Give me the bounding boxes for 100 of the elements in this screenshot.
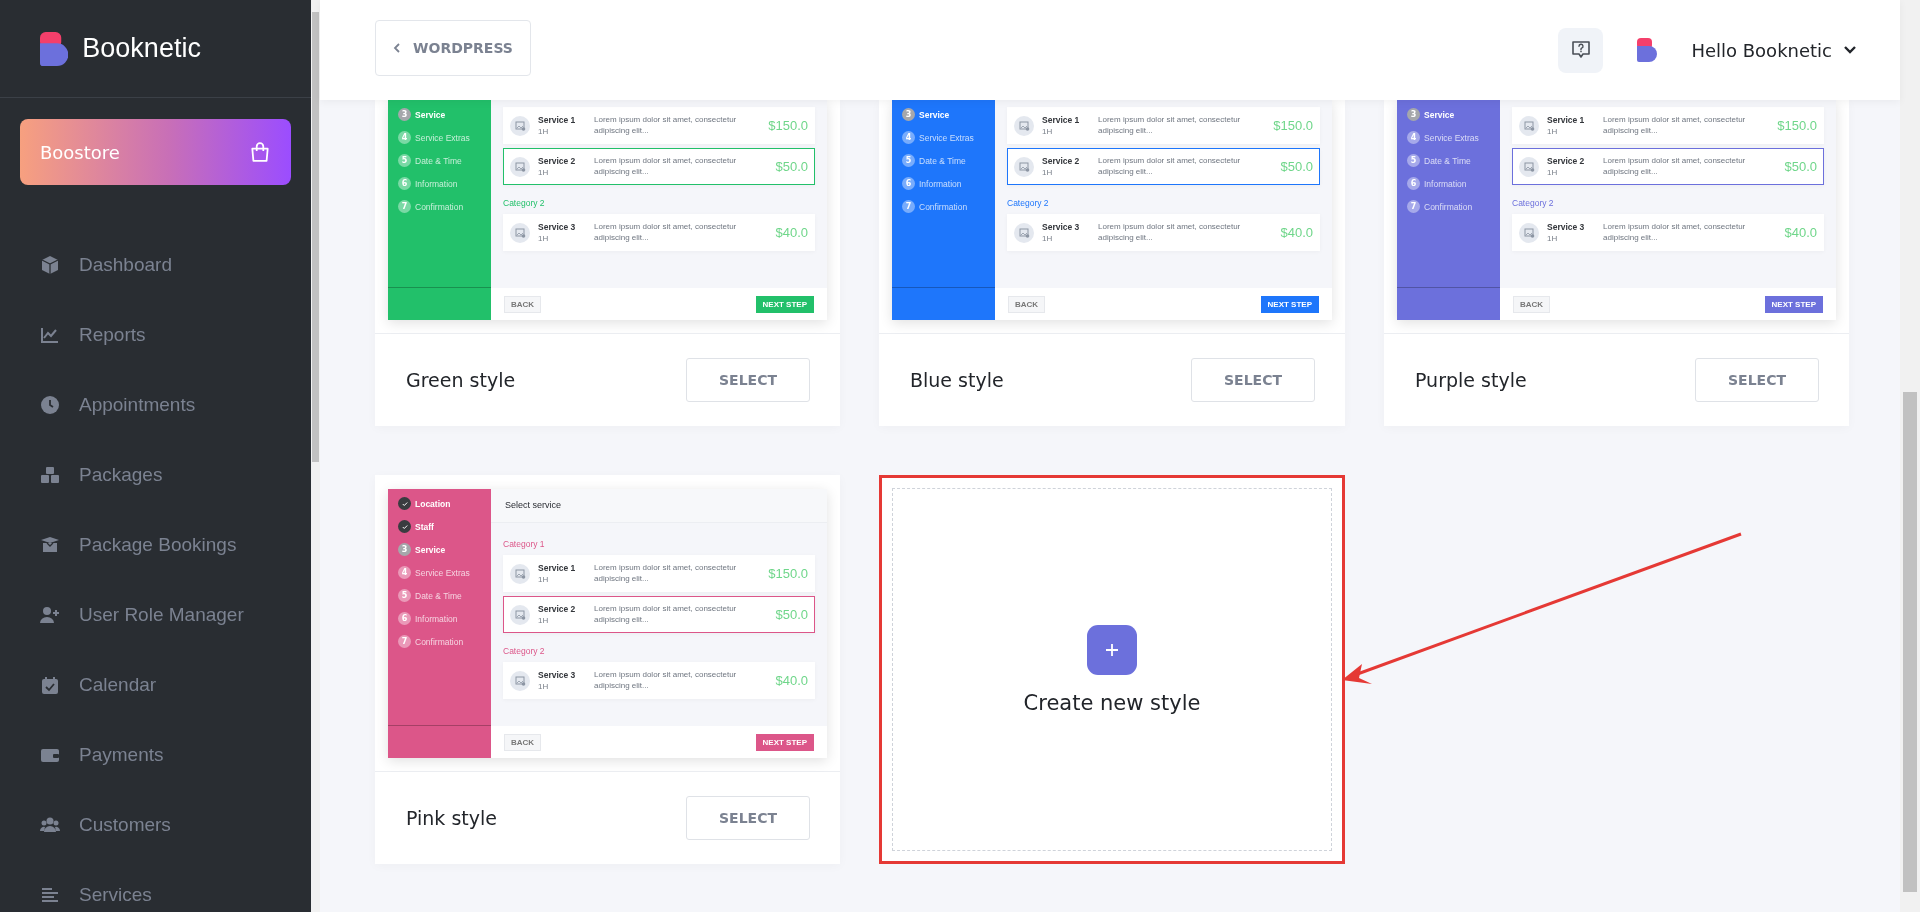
nav-item[interactable]: Package Bookings [0, 510, 311, 580]
service-row[interactable]: Service 2 1H Lorem ipsum dolor sit amet, consectetur adipiscing elit... $50.0 [1512, 148, 1824, 185]
step-indicator: 5 [398, 154, 411, 167]
service-description: Lorem ipsum dolor sit amet, consectetur adipiscing elit... [594, 156, 738, 177]
select-button[interactable]: SELECT [1191, 358, 1315, 402]
next-step-button[interactable]: NEXT STEP [755, 295, 814, 313]
service-duration: 1H [1547, 168, 1559, 177]
next-step-button[interactable]: NEXT STEP [1260, 295, 1319, 313]
category-label: Category 2 [503, 197, 546, 210]
step-label: Service [1424, 109, 1455, 120]
image-icon [1014, 222, 1034, 243]
nav-item[interactable]: Reports [0, 300, 311, 370]
service-name: Service 3 [1547, 222, 1586, 232]
image-icon [510, 222, 530, 243]
service-price: $40.0 [775, 673, 808, 688]
service-description: Lorem ipsum dolor sit amet, consectetur adipiscing elit... [1603, 156, 1747, 177]
service-duration: 1H [1042, 127, 1054, 136]
service-duration: 1H [538, 575, 550, 584]
service-row[interactable]: Service 1 1H Lorem ipsum dolor sit amet, consectetur adipiscing elit... $150.0 [503, 555, 815, 592]
nav-item[interactable]: Dashboard [0, 230, 311, 300]
wordpress-button[interactable]: WORDPRESS [375, 20, 531, 76]
style-name: Blue style [910, 369, 1004, 391]
cubes-icon [40, 465, 60, 485]
service-description: Lorem ipsum dolor sit amet, consectetur adipiscing elit... [1098, 115, 1242, 136]
category-label: Category 2 [1007, 197, 1050, 210]
service-duration: 1H [1547, 127, 1559, 136]
nav-item[interactable]: Appointments [0, 370, 311, 440]
back-button[interactable]: BACK [1008, 295, 1046, 313]
service-row[interactable]: Service 3 1H Lorem ipsum dolor sit amet, consectetur adipiscing elit... $40.0 [503, 662, 815, 699]
scrollbar-thumb[interactable] [1903, 392, 1917, 892]
step-indicator: 7 [1407, 200, 1420, 213]
service-description: Lorem ipsum dolor sit amet, consectetur adipiscing elit... [594, 604, 738, 625]
line-chart-icon [40, 325, 60, 345]
scrollbar[interactable] [311, 0, 320, 912]
service-price: $50.0 [1280, 159, 1313, 174]
step-label: Date & Time [415, 155, 462, 166]
service-name: Service 2 [538, 156, 577, 166]
service-row[interactable]: Service 1 1H Lorem ipsum dolor sit amet, consectetur adipiscing elit... $150.0 [1007, 107, 1320, 144]
step-indicator: 5 [902, 154, 915, 167]
select-button[interactable]: SELECT [686, 358, 810, 402]
nav-item[interactable]: Services [0, 860, 311, 912]
select-button[interactable]: SELECT [686, 796, 810, 840]
nav-item[interactable]: Customers [0, 790, 311, 860]
service-duration: 1H [538, 682, 550, 691]
service-price: $150.0 [768, 118, 808, 133]
service-row[interactable]: Service 1 1H Lorem ipsum dolor sit amet, consectetur adipiscing elit... $150.0 [503, 107, 815, 144]
step-indicator: 3 [1407, 108, 1420, 121]
scrollbar-thumb[interactable] [312, 12, 319, 462]
style-name: Pink style [406, 807, 497, 829]
service-row[interactable]: Service 3 1H Lorem ipsum dolor sit amet, consectetur adipiscing elit... $40.0 [1007, 214, 1320, 251]
service-row[interactable]: Service 3 1H Lorem ipsum dolor sit amet, consectetur adipiscing elit... $40.0 [503, 214, 815, 251]
service-duration: 1H [1042, 234, 1054, 243]
nav-item[interactable]: Payments [0, 720, 311, 790]
boostore-button[interactable]: Boostore [20, 119, 291, 185]
service-row[interactable]: Service 1 1H Lorem ipsum dolor sit amet, consectetur adipiscing elit... $150.0 [1512, 107, 1824, 144]
next-step-button[interactable]: NEXT STEP [755, 733, 814, 751]
nav-item[interactable]: Calendar [0, 650, 311, 720]
back-button[interactable]: BACK [504, 733, 542, 751]
service-row[interactable]: Service 2 1H Lorem ipsum dolor sit amet, consectetur adipiscing elit... $50.0 [503, 596, 815, 633]
service-description: Lorem ipsum dolor sit amet, consectetur adipiscing elit... [594, 670, 738, 691]
service-name: Service 1 [538, 115, 577, 125]
step-indicator: 7 [398, 200, 411, 213]
next-step-button[interactable]: NEXT STEP [1764, 295, 1823, 313]
image-icon [1014, 156, 1034, 177]
image-icon [1519, 222, 1539, 243]
step-indicator: 7 [398, 635, 411, 648]
service-row[interactable]: Service 2 1H Lorem ipsum dolor sit amet, consectetur adipiscing elit... $50.0 [1007, 148, 1320, 185]
step-indicator: 5 [1407, 154, 1420, 167]
user-menu[interactable]: Hello Booknetic [1691, 39, 1856, 61]
step-label: Date & Time [1424, 155, 1471, 166]
select-button[interactable]: SELECT [1695, 358, 1819, 402]
help-icon [1569, 39, 1592, 61]
service-row[interactable]: Service 3 1H Lorem ipsum dolor sit amet, consectetur adipiscing elit... $40.0 [1512, 214, 1824, 251]
logo-icon [1637, 38, 1658, 62]
image-icon [1014, 115, 1034, 136]
step-label: Service [415, 109, 446, 120]
user-plus-icon [40, 605, 60, 625]
service-row[interactable]: Service 2 1H Lorem ipsum dolor sit amet, consectetur adipiscing elit... $50.0 [503, 148, 815, 185]
service-name: Service 2 [1042, 156, 1081, 166]
box-icon [40, 535, 60, 555]
service-price: $150.0 [1273, 118, 1313, 133]
create-style-card[interactable]: Create new style [879, 475, 1345, 864]
back-button[interactable]: BACK [504, 295, 542, 313]
preview-heading: Select service [491, 489, 827, 523]
chevron-left-icon [393, 43, 402, 53]
service-duration: 1H [538, 616, 550, 625]
step-indicator: 4 [902, 131, 915, 144]
step-indicator: 4 [398, 131, 411, 144]
step-label: Confirmation [1424, 201, 1473, 212]
nav-item[interactable]: User Role Manager [0, 580, 311, 650]
help-button[interactable] [1558, 27, 1604, 73]
scrollbar[interactable] [1900, 0, 1920, 912]
service-name: Service 2 [1547, 156, 1586, 166]
service-name: Service 1 [538, 563, 577, 573]
image-icon [510, 156, 530, 177]
step-label: Confirmation [415, 636, 464, 647]
add-button[interactable] [1087, 624, 1137, 675]
nav-item[interactable]: Packages [0, 440, 311, 510]
service-price: $150.0 [1777, 118, 1817, 133]
back-button[interactable]: BACK [1513, 295, 1551, 313]
